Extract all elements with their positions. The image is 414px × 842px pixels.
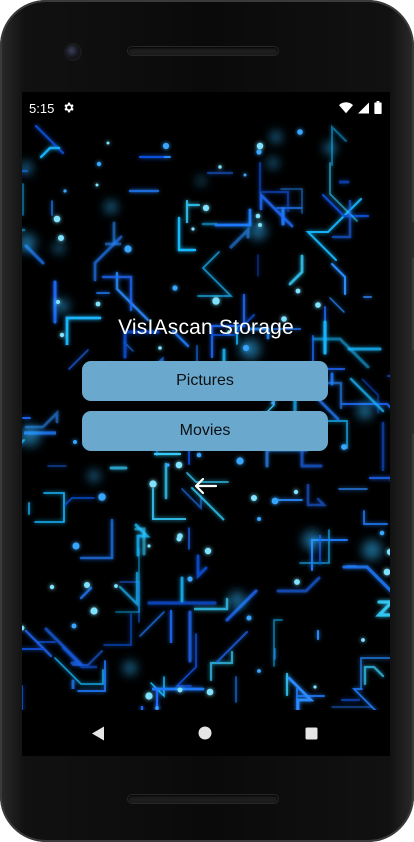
- circuit-node: [149, 480, 157, 488]
- system-navbar: [22, 710, 390, 756]
- circuit-node: [255, 213, 261, 219]
- nav-back-button[interactable]: [78, 710, 118, 756]
- circuit-node: [379, 530, 385, 536]
- top-speaker: [128, 47, 278, 55]
- circuit-node: [147, 544, 151, 548]
- pictures-button-label: Pictures: [176, 372, 234, 389]
- circuit-node: [49, 584, 55, 590]
- front-camera: [66, 45, 80, 59]
- circuit-node: [258, 223, 262, 227]
- circuit-node: [172, 285, 178, 291]
- circuit-node: [236, 457, 244, 465]
- circuit-node: [271, 401, 275, 405]
- circuit-node: [271, 497, 279, 505]
- nav-home-button[interactable]: [185, 710, 225, 756]
- circuit-node: [313, 685, 317, 689]
- bottom-speaker: [128, 795, 278, 803]
- circuit-node: [257, 517, 261, 521]
- circuit-node: [251, 495, 257, 501]
- circuit-node: [295, 288, 301, 294]
- circuit-node: [293, 489, 299, 495]
- circuit-node: [55, 299, 61, 305]
- circuit-glow: [267, 157, 279, 169]
- circuit-node: [166, 463, 170, 467]
- pictures-button[interactable]: Pictures: [82, 361, 328, 401]
- circuit-node: [297, 129, 303, 135]
- gear-icon: [64, 102, 74, 113]
- circuit-glow: [53, 242, 65, 254]
- circuit-glow: [239, 338, 261, 360]
- circuit-node: [106, 141, 110, 145]
- circuit-glow: [123, 661, 137, 675]
- status-bar: 5:15: [22, 92, 390, 122]
- circuit-node: [218, 165, 222, 169]
- circuit-node: [177, 533, 183, 539]
- circuit-glow: [196, 176, 206, 186]
- circuit-node: [206, 688, 214, 696]
- circuit-node: [177, 687, 183, 693]
- circuit-glow: [104, 200, 118, 214]
- circuit-node: [158, 346, 162, 350]
- circuit-node: [98, 493, 106, 501]
- circuit-glow: [228, 591, 246, 609]
- nav-recents-button[interactable]: [291, 710, 331, 756]
- circuit-node: [246, 615, 252, 621]
- circuit-node: [145, 692, 153, 700]
- status-icons: [339, 101, 382, 114]
- home-circle-icon: [198, 726, 212, 740]
- circuit-glow: [88, 470, 100, 482]
- circuit-node: [202, 204, 210, 212]
- back-triangle-icon: [92, 726, 104, 740]
- circuit-node: [71, 623, 77, 629]
- circuit-node: [204, 547, 212, 555]
- screen: 5:15 VisIAscan Storage Pictures Movies: [22, 92, 390, 756]
- circuit-glow: [362, 540, 382, 560]
- circuit-node: [73, 440, 77, 444]
- app-title: VisIAscan Storage: [118, 316, 294, 339]
- circuit-node: [84, 582, 90, 588]
- circuit-node: [95, 183, 99, 187]
- circuit-node: [63, 189, 67, 193]
- circuit-glow: [302, 530, 322, 550]
- circuit-node: [256, 142, 264, 150]
- circuit-node: [257, 669, 261, 673]
- circuit-node: [243, 345, 249, 351]
- circuit-node: [341, 444, 347, 450]
- circuit-node: [53, 215, 61, 223]
- circuit-node: [162, 142, 170, 150]
- movies-button[interactable]: Movies: [82, 411, 328, 451]
- circuit-node: [175, 461, 183, 469]
- circuit-glow: [270, 131, 282, 143]
- circuit-glow: [323, 141, 337, 155]
- circuit-glow: [249, 222, 267, 240]
- circuit-node: [90, 607, 98, 615]
- circuit-node: [187, 576, 193, 582]
- battery-icon: [374, 101, 382, 114]
- circuit-node: [361, 638, 365, 642]
- circuit-node: [256, 149, 262, 155]
- status-time: 5:15: [29, 101, 55, 116]
- arrow-left-icon[interactable]: [192, 475, 218, 497]
- circuit-node: [96, 161, 102, 167]
- circuit-node: [124, 245, 132, 253]
- circuit-node: [72, 542, 80, 550]
- circuit-node: [243, 173, 247, 177]
- phone-frame: 5:15 VisIAscan Storage Pictures Movies: [0, 0, 414, 842]
- circuit-glow: [356, 402, 374, 420]
- signal-icon: [358, 102, 369, 113]
- circuit-node: [191, 227, 195, 231]
- circuit-node: [114, 584, 118, 588]
- circuit-node: [383, 568, 390, 576]
- circuit-node: [196, 452, 202, 458]
- circuit-node: [212, 297, 220, 305]
- circuit-node: [294, 579, 300, 585]
- circuit-node: [58, 235, 64, 241]
- movies-button-label: Movies: [179, 422, 231, 439]
- wifi-icon: [339, 101, 353, 113]
- recents-square-icon: [305, 727, 317, 739]
- circuit-node: [95, 301, 101, 307]
- circuit-node: [315, 302, 321, 308]
